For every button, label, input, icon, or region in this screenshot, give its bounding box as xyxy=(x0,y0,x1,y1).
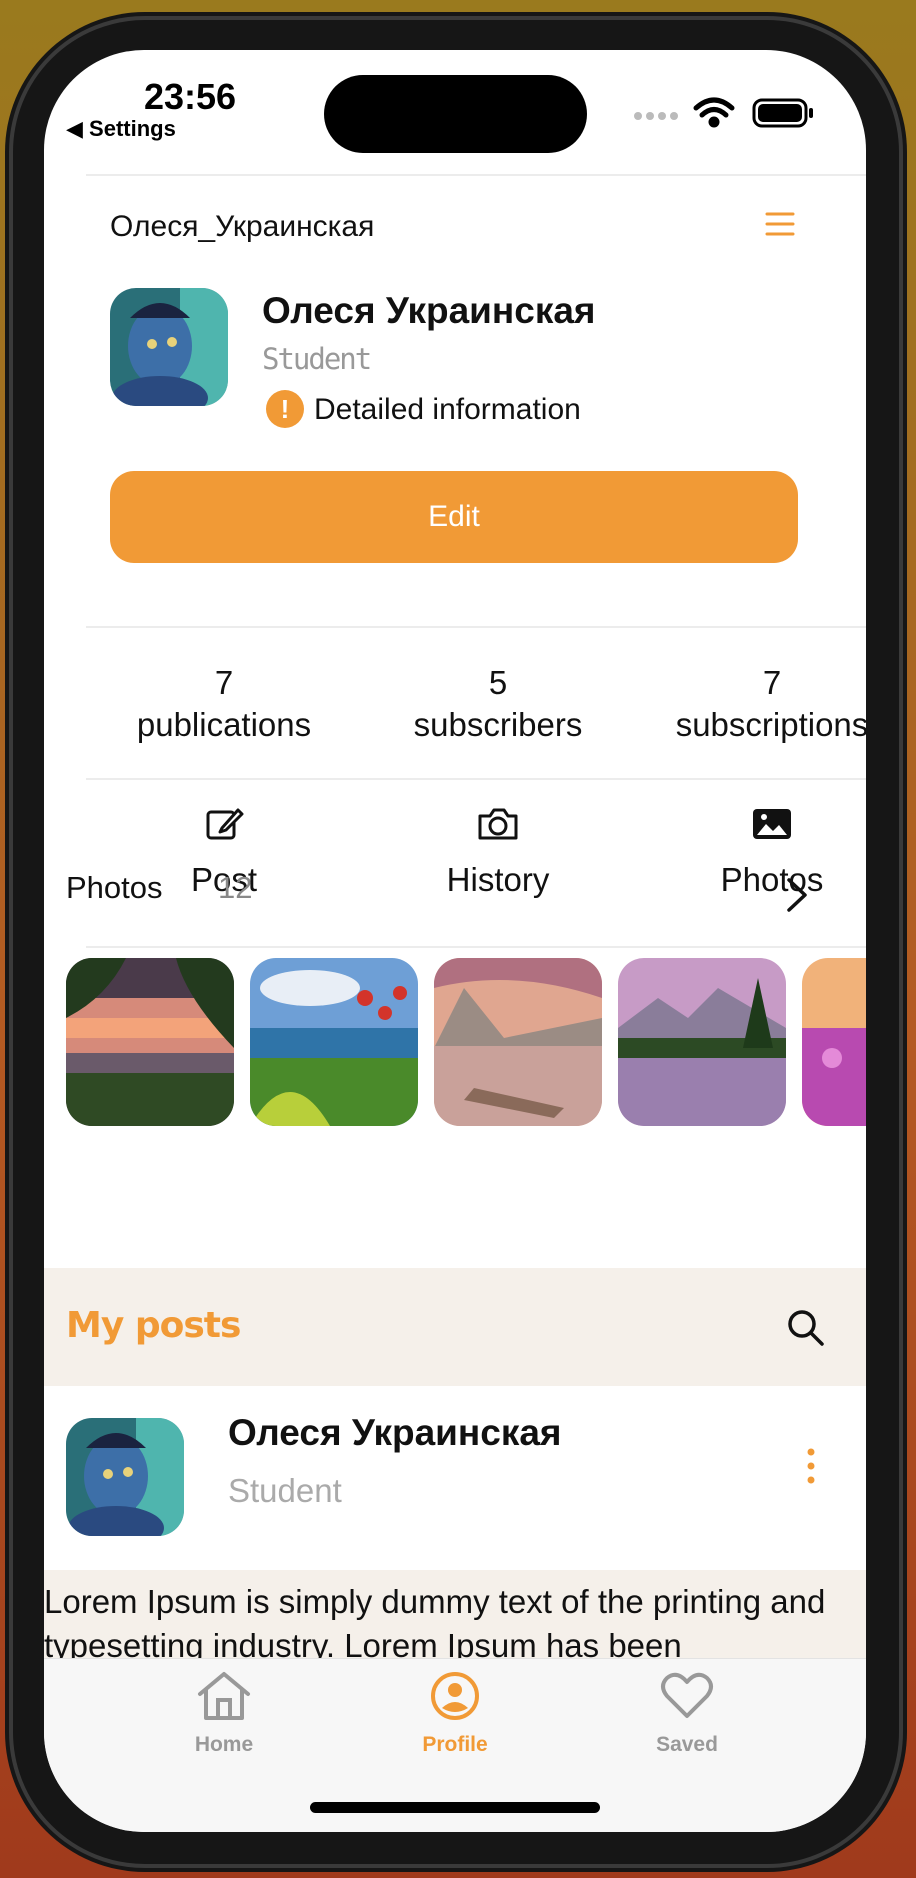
profile-role: Student xyxy=(262,342,372,376)
dynamic-island xyxy=(324,75,587,153)
post-author-avatar[interactable] xyxy=(66,1418,184,1536)
divider xyxy=(86,626,866,628)
home-icon xyxy=(198,1672,250,1720)
camera-icon xyxy=(478,808,518,840)
photos-section-title: Photos xyxy=(66,870,163,905)
stat-subscribers[interactable]: 5 subscribers xyxy=(361,662,635,746)
edit-icon xyxy=(206,808,244,840)
stat-subscriptions[interactable]: 7 subscriptions xyxy=(635,662,866,746)
tab-label: Home xyxy=(194,1733,254,1756)
search-icon[interactable] xyxy=(786,1308,826,1348)
my-posts-title: My posts xyxy=(66,1305,241,1346)
home-indicator xyxy=(310,1802,600,1813)
signal-icon xyxy=(634,112,678,120)
post-author-name: Олеся Украинская xyxy=(228,1412,562,1453)
tab-home[interactable]: Home xyxy=(124,1670,324,1757)
photo-thumbnail[interactable] xyxy=(66,958,234,1126)
image-icon xyxy=(753,809,791,839)
stat-label: publications xyxy=(136,706,312,743)
heart-icon xyxy=(661,1672,713,1718)
wifi-icon xyxy=(693,97,735,128)
action-photos-button[interactable]: Photos xyxy=(635,804,866,899)
info-icon[interactable]: ! xyxy=(266,390,304,428)
tab-label: Saved xyxy=(656,1733,718,1756)
divider xyxy=(86,174,866,176)
stat-label: subscribers xyxy=(413,706,583,743)
profile-name: Олеся Украинская xyxy=(262,290,596,331)
status-icons xyxy=(634,97,813,128)
back-to-settings-link[interactable]: ◀ Settings xyxy=(66,116,176,142)
detailed-information-link[interactable]: Detailed information xyxy=(314,393,581,427)
tab-profile[interactable]: Profile xyxy=(355,1670,555,1757)
action-label: Photos xyxy=(720,861,824,898)
tab-label: Profile xyxy=(422,1733,488,1756)
action-label: History xyxy=(446,861,550,898)
photo-thumbnail[interactable] xyxy=(250,958,418,1126)
avatar[interactable] xyxy=(110,288,228,406)
photo-thumbnail[interactable] xyxy=(434,958,602,1126)
post-author-role: Student xyxy=(228,1472,342,1509)
status-time: 23:56 xyxy=(144,76,237,117)
tab-saved[interactable]: Saved xyxy=(587,1670,787,1757)
stat-label: subscriptions xyxy=(675,706,866,743)
photos-count: 12 xyxy=(218,870,253,905)
profile-username: Олеся_Украинская xyxy=(110,210,375,243)
profile-icon xyxy=(431,1672,479,1720)
photo-thumbnail[interactable] xyxy=(802,958,866,1126)
post-text: Lorem Ipsum is simply dummy text of the … xyxy=(44,1583,826,1664)
stat-count: 7 xyxy=(214,664,234,701)
battery-icon xyxy=(752,98,813,128)
screen: 23:56 ◀ Settings Олеся_Украинская Олеся … xyxy=(44,50,866,1832)
stat-count: 5 xyxy=(488,664,508,701)
edit-profile-button[interactable]: Edit xyxy=(110,471,798,563)
more-options-icon[interactable] xyxy=(806,1446,816,1486)
divider xyxy=(86,778,866,780)
menu-icon[interactable] xyxy=(764,208,796,240)
stat-publications[interactable]: 7 publications xyxy=(87,662,361,746)
stat-count: 7 xyxy=(762,664,782,701)
photo-thumbnail[interactable] xyxy=(618,958,786,1126)
action-history-button[interactable]: History xyxy=(361,804,635,899)
chevron-right-icon[interactable] xyxy=(784,876,810,914)
divider xyxy=(86,946,866,948)
